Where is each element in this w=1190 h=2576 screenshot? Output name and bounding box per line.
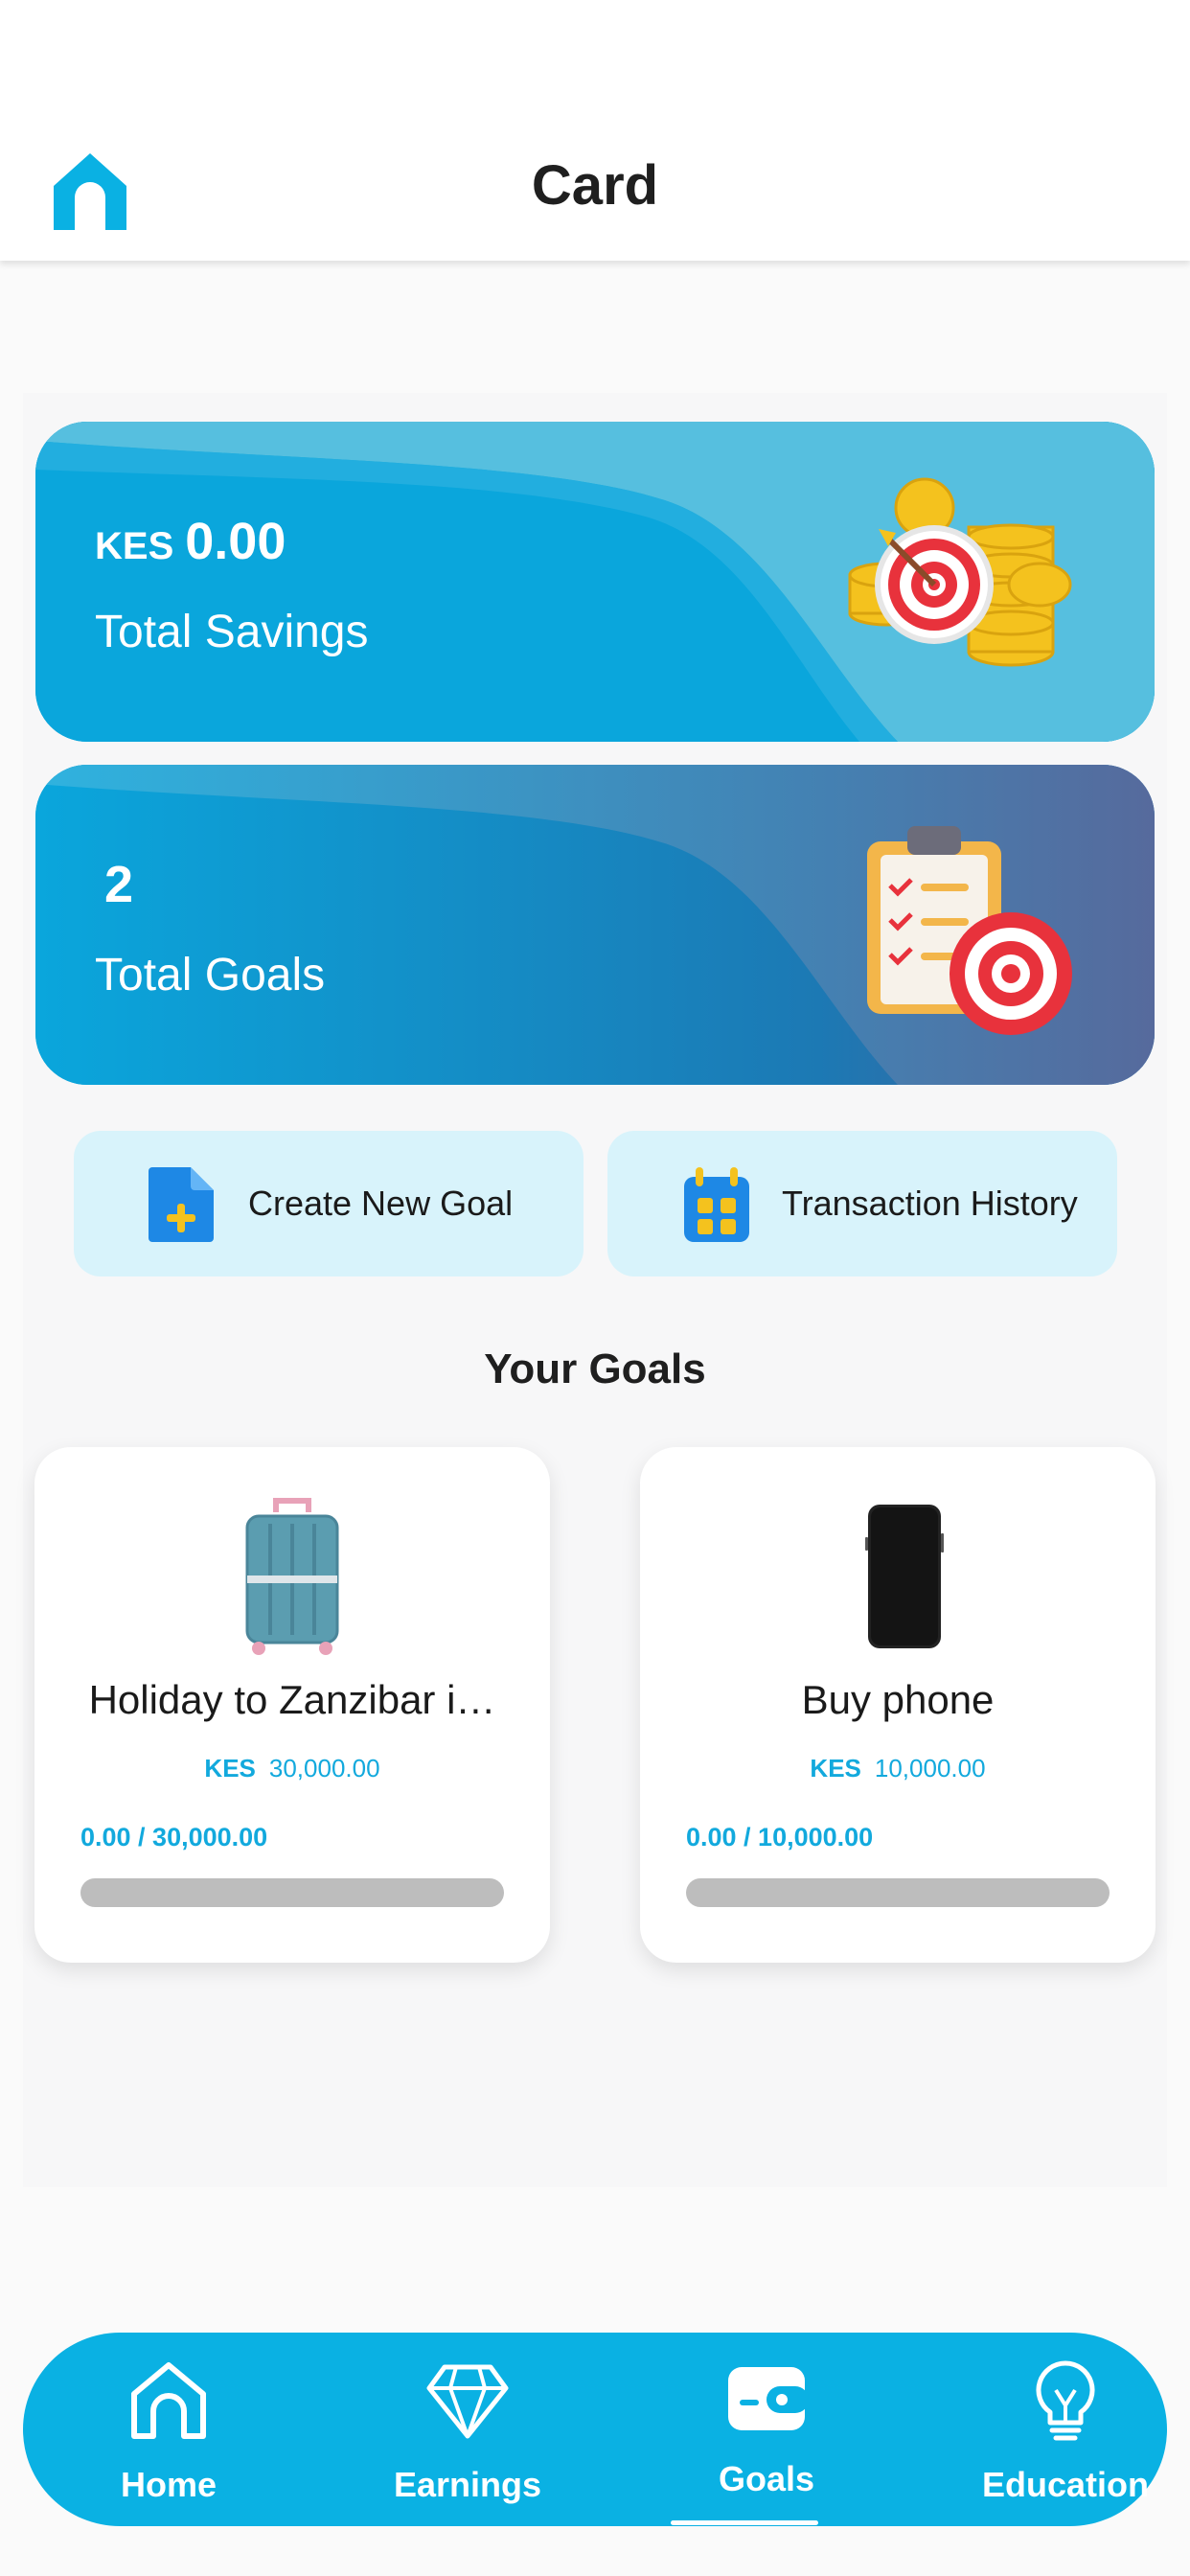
calendar-icon [684, 1167, 749, 1242]
nav-label-education: Education [981, 2465, 1149, 2504]
your-goals-heading: Your Goals [484, 1346, 706, 1392]
total-goals-label: Total Goals [95, 950, 326, 1000]
amount-value: 0.00 [185, 513, 286, 570]
total-savings-amount: KES 0.00 [95, 512, 286, 571]
nav-item-education[interactable]: Education [941, 2333, 1190, 2526]
lightbulb-icon [1036, 2360, 1095, 2441]
goal-card[interactable]: Buy phone KES 10,000.00 0.00 / 10,000.00 [640, 1447, 1156, 1963]
nav-label-home: Home [120, 2465, 217, 2504]
currency-code: KES [95, 525, 174, 567]
goal-name: Buy phone [801, 1677, 995, 1722]
transaction-history-label: Transaction History [782, 1184, 1078, 1223]
nav-item-home[interactable]: Home [44, 2333, 293, 2526]
total-goals-count: 2 [104, 856, 134, 913]
total-savings-label: Total Savings [95, 607, 369, 657]
goal-currency: KES [204, 1754, 256, 1782]
suitcase-image [245, 1498, 339, 1655]
wallet-icon [728, 2367, 809, 2430]
nav-item-earnings[interactable]: Earnings [343, 2333, 592, 2526]
create-new-goal-button[interactable]: Create New Goal [74, 1131, 584, 1276]
goal-target: KES 10,000.00 [640, 1754, 1156, 1783]
top-app-bar: Card [0, 0, 1190, 261]
active-tab-indicator [671, 2520, 818, 2525]
goal-target: KES 30,000.00 [34, 1754, 550, 1783]
bottom-navigation: Home Earnings Goals Education [23, 2333, 1167, 2526]
total-savings-card: KES 0.00 Total Savings [35, 422, 1155, 742]
goal-progress-bar [80, 1878, 504, 1907]
goal-name: Holiday to Zanzibar i… [88, 1677, 496, 1722]
nav-label-earnings: Earnings [393, 2465, 542, 2504]
goal-currency: KES [810, 1754, 861, 1782]
goal-progress-text: 0.00 / 10,000.00 [686, 1823, 874, 1852]
nav-item-goals[interactable]: Goals [642, 2333, 891, 2526]
clipboard-target-illustration [867, 826, 1072, 1035]
nav-label-goals: Goals [718, 2459, 815, 2498]
target-coins-illustration [848, 477, 1072, 667]
create-new-goal-label: Create New Goal [248, 1184, 514, 1223]
page-title: Card [531, 154, 659, 217]
goal-target-amount: 30,000.00 [268, 1754, 380, 1782]
add-document-icon [149, 1167, 214, 1242]
goal-progress-text: 0.00 / 30,000.00 [80, 1823, 268, 1852]
goal-progress-bar [686, 1878, 1110, 1907]
phone-image [865, 1505, 944, 1648]
diamond-icon [426, 2364, 509, 2439]
total-goals-card: 2 Total Goals [35, 765, 1155, 1085]
goal-target-amount: 10,000.00 [874, 1754, 986, 1782]
home-icon [131, 2362, 206, 2439]
transaction-history-button[interactable]: Transaction History [607, 1131, 1117, 1276]
goal-card[interactable]: Holiday to Zanzibar i… KES 30,000.00 0.00… [34, 1447, 550, 1963]
